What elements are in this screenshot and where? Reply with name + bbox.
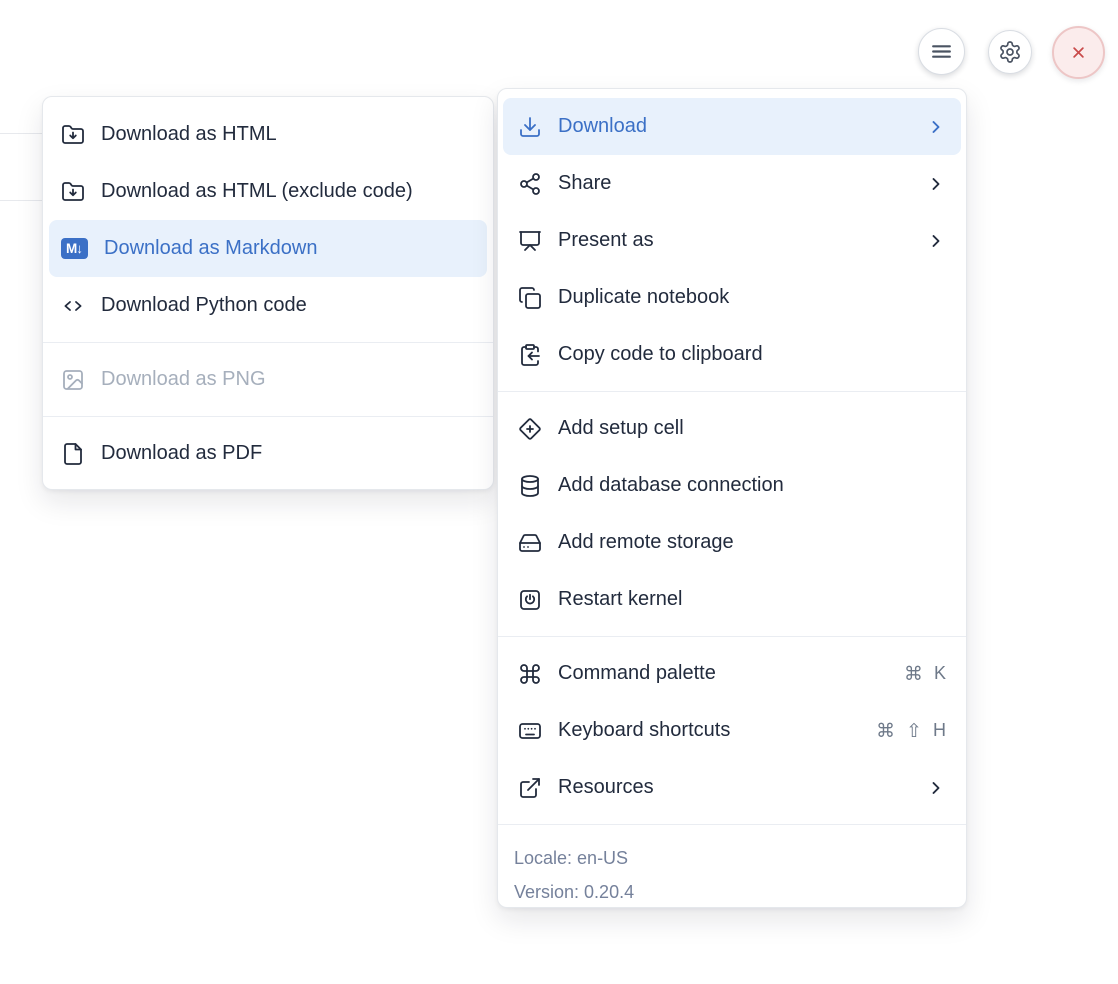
- menu-item-label: Command palette: [558, 662, 888, 685]
- code-icon: [61, 294, 85, 318]
- menu-divider: [43, 342, 493, 343]
- hard-drive-icon: [518, 531, 542, 555]
- download-submenu: Download as HTML Download as HTML (exclu…: [42, 96, 494, 490]
- shift-key-glyph: ⇧: [906, 720, 922, 742]
- diamond-plus-icon: [518, 417, 542, 441]
- menu-item-download-python-code[interactable]: Download Python code: [43, 277, 493, 334]
- menu-item-keyboard-shortcuts[interactable]: Keyboard shortcuts ⌘ ⇧ H: [498, 702, 966, 759]
- command-key-glyph: ⌘: [876, 720, 895, 742]
- chevron-right-icon: [926, 117, 946, 137]
- file-icon: [61, 442, 85, 466]
- menu-item-add-setup-cell[interactable]: Add setup cell: [498, 400, 966, 457]
- menu-item-present-as[interactable]: Present as: [498, 212, 966, 269]
- menu-divider: [498, 824, 966, 825]
- chevron-right-icon: [926, 231, 946, 251]
- power-square-icon: [518, 588, 542, 612]
- key-glyph: K: [934, 663, 946, 684]
- keyboard-shortcut-hint: ⌘ K: [904, 663, 946, 685]
- folder-down-icon: [61, 123, 85, 147]
- close-icon: [1068, 42, 1089, 63]
- menu-item-download-png: Download as PNG: [43, 351, 493, 408]
- menu-item-share[interactable]: Share: [498, 155, 966, 212]
- folder-down-icon: [61, 180, 85, 204]
- settings-button[interactable]: [988, 30, 1032, 74]
- copy-icon: [518, 286, 542, 310]
- menu-item-restart-kernel[interactable]: Restart kernel: [498, 571, 966, 628]
- menu-item-resources[interactable]: Resources: [498, 759, 966, 816]
- close-button[interactable]: [1052, 26, 1105, 79]
- menu-footer: Locale: en-US Version: 0.20.4: [498, 833, 966, 908]
- external-link-icon: [518, 776, 542, 800]
- presentation-icon: [518, 229, 542, 253]
- notebook-menu-button[interactable]: [918, 28, 965, 75]
- menu-item-download-html-exclude-code[interactable]: Download as HTML (exclude code): [43, 163, 493, 220]
- menu-item-label: Download as PDF: [101, 442, 475, 465]
- menu-item-label: Keyboard shortcuts: [558, 719, 860, 742]
- menu-item-label: Download as HTML (exclude code): [101, 180, 475, 203]
- chevron-right-icon: [926, 174, 946, 194]
- menu-item-add-database-connection[interactable]: Add database connection: [498, 457, 966, 514]
- keyboard-shortcut-hint: ⌘ ⇧ H: [876, 720, 946, 742]
- menu-item-label: Duplicate notebook: [558, 286, 946, 309]
- menu-item-add-remote-storage[interactable]: Add remote storage: [498, 514, 966, 571]
- page-edge-line: [0, 133, 42, 134]
- menu-item-label: Download as HTML: [101, 123, 475, 146]
- version-text: Version: 0.20.4: [514, 875, 950, 908]
- image-icon: [61, 368, 85, 392]
- menu-item-download[interactable]: Download: [503, 98, 961, 155]
- menu-item-command-palette[interactable]: Command palette ⌘ K: [498, 645, 966, 702]
- menu-divider: [43, 416, 493, 417]
- menu-item-label: Download as Markdown: [104, 237, 475, 260]
- menu-item-label: Download as PNG: [101, 368, 475, 391]
- command-key-glyph: ⌘: [904, 663, 923, 685]
- menu-item-copy-code-to-clipboard[interactable]: Copy code to clipboard: [498, 326, 966, 383]
- keyboard-icon: [518, 719, 542, 743]
- chevron-right-icon: [926, 778, 946, 798]
- menu-divider: [498, 636, 966, 637]
- menu-item-download-markdown[interactable]: M↓ Download as Markdown: [49, 220, 487, 277]
- menu-item-download-pdf[interactable]: Download as PDF: [43, 425, 493, 482]
- menu-item-download-html[interactable]: Download as HTML: [43, 106, 493, 163]
- locale-text: Locale: en-US: [514, 841, 950, 875]
- notebook-menu: Download Share Present as Duplicate note…: [497, 88, 967, 908]
- clipboard-copy-icon: [518, 343, 542, 367]
- menu-item-label: Add setup cell: [558, 417, 946, 440]
- menu-item-label: Add remote storage: [558, 531, 946, 554]
- command-icon: [518, 662, 542, 686]
- menu-item-label: Download: [558, 115, 910, 138]
- gear-icon: [998, 40, 1022, 64]
- menu-item-label: Share: [558, 172, 910, 195]
- menu-item-duplicate-notebook[interactable]: Duplicate notebook: [498, 269, 966, 326]
- menu-item-label: Present as: [558, 229, 910, 252]
- menu-item-label: Copy code to clipboard: [558, 343, 946, 366]
- menu-item-label: Resources: [558, 776, 910, 799]
- markdown-download-icon: M↓: [61, 238, 88, 259]
- app-root: { "colors": { "accent": "#3B70C6", "acce…: [0, 0, 1118, 984]
- menu-item-label: Add database connection: [558, 474, 946, 497]
- hamburger-icon: [929, 39, 954, 64]
- share-icon: [518, 172, 542, 196]
- page-edge-line: [0, 200, 42, 201]
- menu-item-label: Restart kernel: [558, 588, 946, 611]
- menu-divider: [498, 391, 966, 392]
- database-icon: [518, 474, 542, 498]
- download-icon: [518, 115, 542, 139]
- key-glyph: H: [933, 720, 946, 741]
- menu-item-label: Download Python code: [101, 294, 475, 317]
